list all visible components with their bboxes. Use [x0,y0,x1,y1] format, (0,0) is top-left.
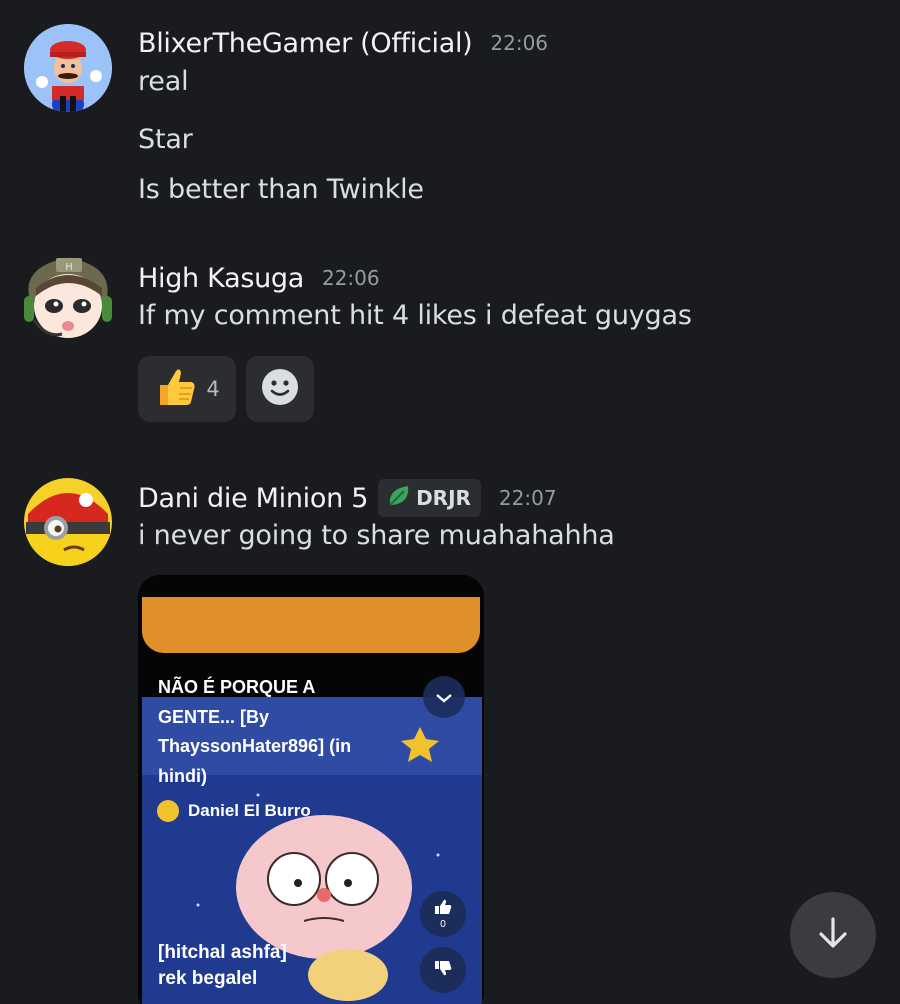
video-like-count: 0 [440,918,446,930]
reaction-thumbs-up[interactable]: 4 [138,356,236,422]
message-text: i never going to share muahahahha [138,520,615,551]
message-text: real [138,66,189,97]
svg-text:H: H [65,262,73,273]
video-caption: [hitchal ashfa] rek begalel [158,942,287,989]
username[interactable]: High Kasuga [138,263,304,294]
video-dislike-button[interactable] [420,947,466,993]
scroll-to-bottom-button[interactable] [790,892,876,978]
add-reaction-button[interactable] [246,356,314,422]
clan-tag[interactable]: DRJR [378,479,481,517]
timestamp: 22:06 [490,31,549,55]
username[interactable]: Dani die Minion 5 [138,483,368,514]
timestamp: 22:07 [498,486,557,510]
dislike-icon [434,960,452,980]
arrow-down-icon [813,913,853,957]
avatar[interactable] [24,24,112,112]
message-header: BlixerTheGamer (Official) 22:06 [138,23,548,63]
leaf-icon [386,483,412,513]
video-like-button[interactable]: 0 [420,891,466,937]
message-text: Star [138,124,193,155]
message-header: Dani die Minion 5 DRJR 22:07 [138,478,557,518]
avatar[interactable] [24,478,112,566]
message-group-high-kasuga: H High Kasuga 22:06 If my comment hit 4 … [0,240,900,440]
smiley-icon [261,368,299,410]
video-title: NÃO É PORQUE A GENTE... [By ThayssonHate… [158,677,352,786]
message-header: High Kasuga 22:06 [138,258,380,298]
message-text: If my comment hit 4 likes i defeat guyga… [138,300,692,331]
like-icon [434,899,452,919]
username[interactable]: BlixerTheGamer (Official) [138,28,473,59]
timestamp: 22:06 [321,266,380,290]
video-embed[interactable]: NÃO É PORQUE A GENTE... [By ThayssonHate… [138,575,484,1004]
message-text: Is better than Twinkle [138,174,424,205]
thumbs-up-icon [154,365,198,413]
avatar[interactable]: H [16,250,120,346]
clan-tag-label: DRJR [416,486,471,510]
video-channel-name: Daniel El Burro [188,801,311,820]
message-group-blixer: BlixerTheGamer (Official) 22:06 real Sta… [0,0,900,230]
reaction-count: 4 [206,377,220,401]
